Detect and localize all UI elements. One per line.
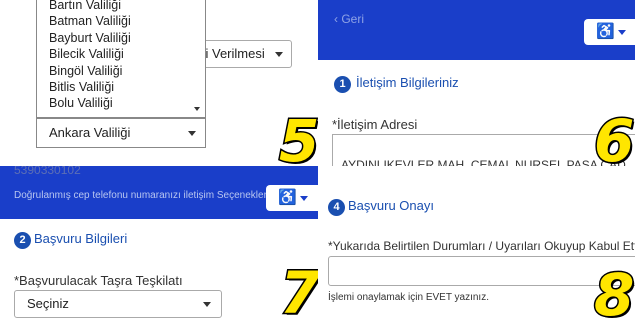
chevron-left-icon: ‹ xyxy=(334,12,338,26)
chevron-down-icon xyxy=(300,196,308,201)
chevron-down-icon xyxy=(618,30,626,35)
panel-7-application: 5390330102 Doğrulanmış cep telefonu numa… xyxy=(0,166,318,332)
dropdown-option[interactable]: Bayburt Valiliği xyxy=(37,30,205,46)
dropdown-option[interactable]: Bolu Valiliği xyxy=(37,95,205,111)
confirmation-label: *Yukarıda Belirtilen Durumları / Uyarıla… xyxy=(328,239,635,253)
chevron-down-icon xyxy=(275,52,283,57)
step-number: 2 xyxy=(14,232,31,249)
step-indicator: 2 xyxy=(14,230,31,249)
step-indicator: 4 xyxy=(328,197,345,216)
accessibility-button[interactable]: ♿ xyxy=(584,19,635,45)
step-title: Başvuru Bilgileri xyxy=(34,231,128,246)
address-label: *İletişim Adresi xyxy=(332,117,418,132)
dropdown-option[interactable]: Bitlis Valiliği xyxy=(37,79,205,95)
chevron-down-icon xyxy=(188,131,196,136)
dropdown-option[interactable]: Bartın Valiliği xyxy=(37,0,205,13)
dropdown-option[interactable]: Bilecik Valiliği xyxy=(37,46,205,62)
step-number: 4 xyxy=(328,199,345,216)
behind-select-value: si Verilmesi xyxy=(199,46,265,61)
panel-6-contact: ‹ Geri ♿ 1 İletişim Bilgileriniz *İletiş… xyxy=(318,0,635,166)
organization-label: *Başvurulacak Taşra Teşkilatı xyxy=(14,273,183,288)
province-select[interactable]: Ankara Valiliği xyxy=(36,118,206,148)
phone-hint: Doğrulanmış cep telefonu numaranızı ilet… xyxy=(14,190,270,201)
province-dropdown-list[interactable]: Bartın Valiliği Batman Valiliği Bayburt Va… xyxy=(36,0,206,118)
dropdown-option[interactable]: Bingöl Valiliği xyxy=(37,63,205,79)
panel-5-dropdown: si Verilmesi Bartın Valiliği Batman Valil… xyxy=(0,0,318,166)
step-badge-8: 8 xyxy=(592,261,635,329)
address-field[interactable]: AYDINLIKEVLER MAH. CEMAL NURSEL PAŞA CAD… xyxy=(332,134,635,166)
accessibility-button[interactable]: ♿ xyxy=(266,185,318,211)
blue-band: 5390330102 Doğrulanmış cep telefonu numa… xyxy=(0,166,318,219)
step-title: Başvuru Onayı xyxy=(348,198,434,213)
step-badge-7: 7 xyxy=(278,259,318,327)
address-value: AYDINLIKEVLER MAH. CEMAL NURSEL PAŞA CAD… xyxy=(341,158,630,166)
phone-number: 5390330102 xyxy=(14,166,81,174)
chevron-down-icon xyxy=(203,302,211,307)
step-badge-6: 6 xyxy=(592,107,635,167)
step-title: İletişim Bilgileriniz xyxy=(356,75,459,90)
organization-select[interactable]: Seçiniz xyxy=(14,290,222,318)
province-select-value: Ankara Valiliği xyxy=(49,125,131,140)
wheelchair-icon: ♿ xyxy=(596,23,615,40)
panel-8-confirmation: 4 Başvuru Onayı *Yukarıda Belirtilen Dur… xyxy=(318,166,635,332)
wheelchair-icon: ♿ xyxy=(278,189,297,206)
scroll-down-icon[interactable] xyxy=(194,107,200,111)
step-badge-5: 5 xyxy=(277,107,318,167)
blue-header: ‹ Geri ♿ xyxy=(318,0,635,60)
organization-select-value: Seçiniz xyxy=(27,296,69,311)
confirmation-input[interactable] xyxy=(328,256,635,286)
back-button-label: Geri xyxy=(341,12,365,26)
step-number: 1 xyxy=(334,76,351,93)
step-indicator: 1 xyxy=(334,74,351,93)
back-button[interactable]: ‹ Geri xyxy=(328,8,376,30)
confirmation-help: İşlemi onaylamak için EVET yazınız. xyxy=(328,292,489,303)
dropdown-option[interactable]: Batman Valiliği xyxy=(37,13,205,29)
